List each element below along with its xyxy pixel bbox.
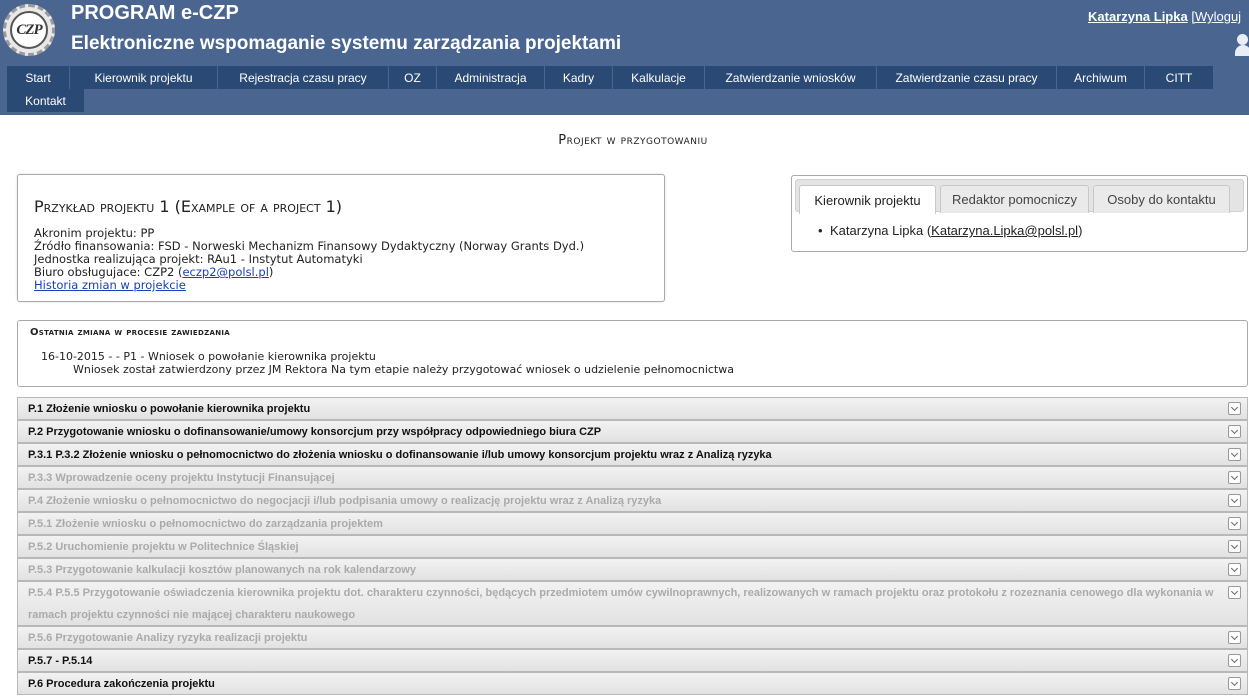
step-p5-3[interactable]: P.5.3 Przygotowanie kalkulacji kosztów p… — [17, 558, 1248, 581]
chevron-down-icon[interactable] — [1228, 402, 1241, 415]
last-change-entry: 16-10-2015 - - P1 - Wniosek o powołanie … — [41, 350, 376, 363]
app-header: CZP PROGRAM e-CZP Elektroniczne wspomaga… — [0, 0, 1249, 115]
tabs-bar: Kierownik projektu Redaktor pomocniczy O… — [795, 179, 1244, 214]
nav-kalkulacje[interactable]: Kalkulacje — [613, 66, 705, 89]
nav-oz[interactable]: OZ — [389, 66, 437, 89]
chevron-down-icon[interactable] — [1228, 563, 1241, 576]
nav-citt[interactable]: CITT — [1145, 66, 1214, 89]
logo-text: CZP — [10, 11, 48, 49]
user-name-link[interactable]: Katarzyna Lipka — [1088, 9, 1188, 24]
step-p5-1[interactable]: P.5.1 Złożenie wniosku o pełnomocnictwo … — [17, 512, 1248, 535]
contact-list-item: • Katarzyna Lipka (Katarzyna.Lipka@polsl… — [818, 223, 1083, 238]
chevron-down-icon[interactable] — [1228, 517, 1241, 530]
step-p3-3[interactable]: P.3.3 Wprowadzenie oceny projektu Instyt… — [17, 466, 1248, 489]
logout-link[interactable]: [Wyloguj — [1191, 9, 1241, 24]
contact-email-link[interactable]: Katarzyna.Lipka@polsl.pl — [931, 223, 1078, 238]
step-p5-4-p5-5[interactable]: P.5.4 P.5.5 Przygotowanie oświadczenia k… — [17, 581, 1248, 626]
chevron-down-icon[interactable] — [1228, 471, 1241, 484]
nav-rejestracja-czasu-pracy[interactable]: Rejestracja czasu pracy — [218, 66, 389, 89]
project-name: Przykład projektu 1 (Example of a projec… — [34, 197, 343, 216]
list-bullet: • — [818, 223, 823, 238]
nav-administracja[interactable]: Administracja — [437, 66, 545, 89]
project-details: Akronim projektu: PP Źródło finansowania… — [34, 227, 584, 292]
nav-kierownik-projektu[interactable]: Kierownik projektu — [70, 66, 218, 89]
step-p6[interactable]: P.6 Procedura zakończenia projektu — [17, 672, 1248, 695]
nav-start[interactable]: Start — [7, 66, 70, 89]
last-change-box: Ostatnia zmiana w procesie zawiedzania 1… — [17, 320, 1248, 387]
people-tabs-panel: Kierownik projektu Redaktor pomocniczy O… — [791, 175, 1248, 252]
app-subtitle: Elektroniczne wspomaganie systemu zarząd… — [71, 33, 622, 54]
history-link[interactable]: Historia zmian w projekcie — [34, 278, 186, 292]
tab-redaktor-pomocniczy[interactable]: Redaktor pomocniczy — [940, 185, 1089, 213]
nav-archiwum[interactable]: Archiwum — [1057, 66, 1145, 89]
nav-kadry[interactable]: Kadry — [545, 66, 613, 89]
step-p5-6[interactable]: P.5.6 Przygotowanie Analizy ryzyka reali… — [17, 626, 1248, 649]
user-icon[interactable] — [1235, 34, 1249, 56]
project-info-box: Przykład projektu 1 (Example of a projec… — [17, 174, 665, 302]
step-p3-1-p3-2[interactable]: P.3.1 P.3.2 Złożenie wniosku o pełnomocn… — [17, 443, 1248, 466]
chevron-down-icon[interactable] — [1228, 631, 1241, 644]
app-title: PROGRAM e-CZP — [71, 2, 239, 24]
chevron-down-icon[interactable] — [1228, 494, 1241, 507]
page-title: Projekt w przygotowaniu — [558, 133, 708, 148]
chevron-down-icon[interactable] — [1228, 425, 1241, 438]
user-area: Katarzyna Lipka [Wyloguj — [1088, 9, 1241, 24]
office-email-link[interactable]: eczp2@polsl.pl — [182, 265, 268, 279]
tab-kierownik-projektu[interactable]: Kierownik projektu — [799, 185, 936, 214]
step-p5-2[interactable]: P.5.2 Uruchomienie projektu w Politechni… — [17, 535, 1248, 558]
nav-zatwierdzanie-wnioskow[interactable]: Zatwierdzanie wniosków — [705, 66, 877, 89]
contact-name: Katarzyna Lipka ( — [830, 223, 932, 238]
chevron-down-icon[interactable] — [1228, 586, 1241, 599]
nav-zatwierdzanie-czasu-pracy[interactable]: Zatwierdzanie czasu pracy — [877, 66, 1057, 89]
step-p4[interactable]: P.4 Złożenie wniosku o pełnomocnictwo do… — [17, 489, 1248, 512]
last-change-title: Ostatnia zmiana w procesie zawiedzania — [30, 327, 230, 338]
chevron-down-icon[interactable] — [1228, 677, 1241, 690]
step-p2[interactable]: P.2 Przygotowanie wniosku o dofinansowan… — [17, 420, 1248, 443]
tab-osoby-do-kontaktu[interactable]: Osoby do kontaktu — [1093, 185, 1230, 213]
step-p5-7-p5-14[interactable]: P.5.7 - P.5.14 — [17, 649, 1248, 672]
step-p1[interactable]: P.1 Złożenie wniosku o powołanie kierown… — [17, 397, 1248, 420]
chevron-down-icon[interactable] — [1228, 448, 1241, 461]
last-change-description: Wniosek został zatwierdzony przez JM Rek… — [73, 363, 734, 376]
czp-logo: CZP — [3, 4, 55, 56]
nav-kontakt[interactable]: Kontakt — [7, 89, 85, 112]
chevron-down-icon[interactable] — [1228, 654, 1241, 667]
chevron-down-icon[interactable] — [1228, 540, 1241, 553]
